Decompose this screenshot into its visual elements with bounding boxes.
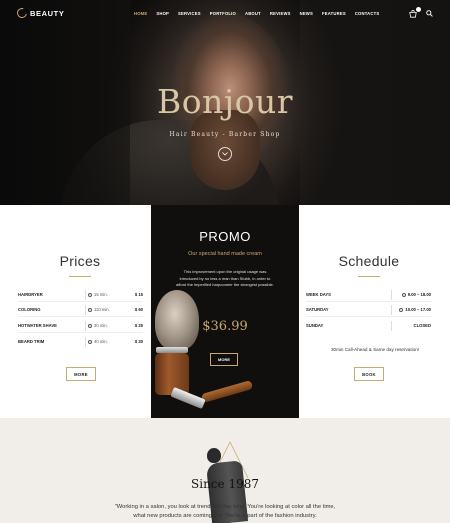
hero-subtitle: Hair Beauty - Barber Shop xyxy=(169,131,281,138)
price-row: COLORING 110 min. $ 60 xyxy=(18,305,143,317)
schedule-heading-underline xyxy=(358,276,380,277)
price-row-time: 40 min. xyxy=(88,339,108,344)
price-row-price: $ 15 xyxy=(134,292,143,297)
price-row-time: 15 min. xyxy=(88,292,108,297)
nav-link-about[interactable]: ABOUT xyxy=(245,11,261,16)
price-row-divider xyxy=(85,321,86,331)
schedule-row-hours: 9.00 – 18.00 xyxy=(401,292,431,297)
price-row: HOTWATER SHAVE 30 min. $ 25 xyxy=(18,321,143,333)
nav-link-news[interactable]: NEWS xyxy=(300,11,313,16)
schedule-row-day: WEEK DAYS xyxy=(306,292,331,297)
since-photo-head xyxy=(207,448,221,463)
schedule-row-hours-text: 10.00 – 17.00 xyxy=(405,307,431,312)
price-row-divider xyxy=(85,337,86,347)
price-row: BEARD TRIM 40 min. $ 30 xyxy=(18,337,143,349)
clock-icon xyxy=(88,323,92,328)
clock-icon xyxy=(88,339,92,344)
price-row: HAIRDRYER 15 min. $ 15 xyxy=(18,290,143,302)
top-nav: BEAUTY HOME SHOP SERVICES PORTFOLIO ABOU… xyxy=(0,0,450,28)
clock-icon xyxy=(88,292,92,297)
promo-subheading: Our special hand made cream xyxy=(188,251,262,257)
schedule-row-divider xyxy=(391,305,392,315)
nav-link-reviews[interactable]: REVIEWS xyxy=(270,11,291,16)
price-row-time-text: 110 min. xyxy=(94,307,110,312)
schedule-heading: Schedule xyxy=(338,253,400,269)
nav-link-services[interactable]: SERVICES xyxy=(178,11,201,16)
chevron-down-icon xyxy=(222,152,228,156)
nav-link-contacts[interactable]: CONTACTS xyxy=(355,11,380,16)
clock-icon xyxy=(399,307,404,312)
hero-section: BEAUTY HOME SHOP SERVICES PORTFOLIO ABOU… xyxy=(0,0,450,205)
book-button[interactable]: BOOK xyxy=(354,367,384,381)
nav-link-shop[interactable]: SHOP xyxy=(156,11,169,16)
price-row-time-text: 40 min. xyxy=(94,339,108,344)
schedule-row-hours: CLOSED xyxy=(413,323,431,328)
nav-link-home[interactable]: HOME xyxy=(134,11,147,16)
price-row-price: $ 60 xyxy=(134,307,143,312)
price-row-name: HAIRDRYER xyxy=(18,292,43,297)
schedule-note: 30min Call-Ahead & Same day reservation! xyxy=(330,347,420,352)
promo-section: PROMO Our special hand made cream This i… xyxy=(151,205,299,418)
promo-heading: PROMO xyxy=(199,229,251,244)
schedule-row: WEEK DAYS 9.00 – 18.00 xyxy=(306,290,431,302)
cart-badge xyxy=(416,7,421,12)
razor-handle xyxy=(200,380,254,403)
nav-link-portfolio[interactable]: PORTFOLIO xyxy=(210,11,236,16)
scroll-down-button[interactable] xyxy=(218,147,232,161)
price-row-divider xyxy=(85,305,86,315)
schedule-row-day: SATURDAY xyxy=(306,307,329,312)
promo-more-button[interactable]: MORE xyxy=(210,353,238,366)
nav-links: HOME SHOP SERVICES PORTFOLIO ABOUT REVIE… xyxy=(134,11,379,16)
schedule-row: SATURDAY 10.00 – 17.00 xyxy=(306,305,431,317)
since-title: Since 1987 xyxy=(191,477,259,491)
price-row-time: 110 min. xyxy=(88,307,110,312)
promo-description: This improvement upon the original usage… xyxy=(176,269,274,288)
price-row-price: $ 30 xyxy=(134,339,143,344)
prices-more-button[interactable]: MORE xyxy=(66,367,96,381)
nav-link-features[interactable]: FEATURES xyxy=(322,11,346,16)
price-row-price: $ 25 xyxy=(134,323,143,328)
search-icon[interactable] xyxy=(426,10,433,17)
shaving-brush-handle xyxy=(155,353,189,395)
price-row-name: HOTWATER SHAVE xyxy=(18,323,57,328)
prices-heading: Prices xyxy=(59,253,101,269)
hero-title: Bonjour xyxy=(157,82,293,121)
prices-heading-underline xyxy=(69,276,91,277)
price-row-name: BEARD TRIM xyxy=(18,339,45,344)
schedule-row-hours-text: 9.00 – 18.00 xyxy=(407,292,431,297)
schedule-row-hours: 10.00 – 17.00 xyxy=(399,307,431,312)
schedule-row-divider xyxy=(391,290,392,300)
schedule-row-divider xyxy=(391,321,392,331)
price-row-time: 30 min. xyxy=(88,323,108,328)
price-row-time-text: 30 min. xyxy=(94,323,108,328)
since-section: Since 1987 "Working in a salon, you look… xyxy=(0,418,450,523)
schedule-row: SUNDAY CLOSED xyxy=(306,321,431,333)
price-row-divider xyxy=(85,290,86,300)
logo-icon xyxy=(15,6,29,20)
price-row-time-text: 15 min. xyxy=(94,292,108,297)
clock-icon xyxy=(88,307,92,312)
logo[interactable]: BEAUTY xyxy=(15,6,65,20)
clock-icon xyxy=(401,292,406,297)
since-quote: "Working in a salon, you look at trends … xyxy=(114,504,336,520)
price-row-name: COLORING xyxy=(18,307,41,312)
promo-price: $36.99 xyxy=(202,319,248,334)
logo-text: BEAUTY xyxy=(30,8,65,18)
schedule-row-day: SUNDAY xyxy=(306,323,324,328)
